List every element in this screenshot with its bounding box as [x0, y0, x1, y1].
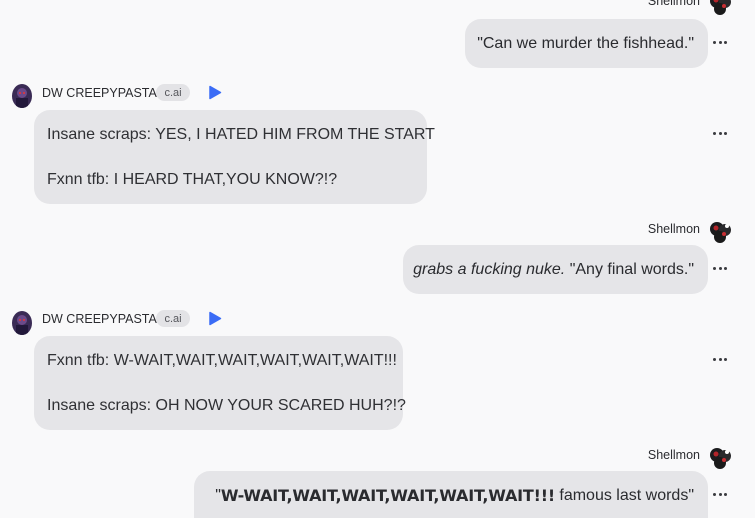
- user-name: Shellmon: [647, 448, 700, 462]
- message-bubble: Insane scraps: YES, I HATED HIM FROM THE…: [34, 110, 435, 204]
- more-options-icon[interactable]: [713, 41, 727, 45]
- user-avatar-icon[interactable]: [707, 0, 734, 17]
- message-line: Fxnn tfb: W-WAIT,WAIT,WAIT,WAIT,WAIT,WAI…: [47, 352, 397, 369]
- message-text: "Any final words.": [565, 260, 694, 278]
- more-options-icon[interactable]: [713, 493, 727, 497]
- message-bubble: Fxnn tfb: W-WAIT,WAIT,WAIT,WAIT,WAIT,WAI…: [34, 336, 406, 430]
- message-bubble: " W-WAIT,WAIT,WAIT,WAIT,WAIT,WAIT!!! famo…: [194, 471, 708, 518]
- bot-name: DW CREEPYPASTA: [42, 312, 157, 326]
- action-text: grabs a fucking nuke.: [413, 260, 566, 278]
- bot-avatar-icon[interactable]: [12, 84, 32, 108]
- message-text: "Can we murder the fishhead.": [477, 34, 694, 52]
- bot-name: DW CREEPYPASTA: [42, 86, 157, 100]
- more-options-icon[interactable]: [713, 267, 727, 271]
- message-line: Insane scraps: YES, I HATED HIM FROM THE…: [47, 126, 435, 143]
- bot-avatar-icon[interactable]: [12, 311, 32, 335]
- message-text: famous last words": [554, 486, 694, 504]
- more-options-icon[interactable]: [713, 358, 727, 362]
- cai-badge: c.ai: [156, 84, 190, 101]
- user-name: Shellmon: [647, 0, 700, 8]
- more-options-icon[interactable]: [713, 132, 727, 136]
- user-name: Shellmon: [647, 222, 700, 236]
- user-avatar-icon[interactable]: [707, 218, 734, 245]
- play-icon[interactable]: [208, 85, 222, 100]
- play-icon[interactable]: [208, 311, 222, 326]
- message-bubble: grabs a fucking nuke. "Any final words.": [403, 245, 708, 294]
- bold-text: W-WAIT,WAIT,WAIT,WAIT,WAIT,WAIT!!!: [220, 485, 555, 505]
- cai-badge: c.ai: [156, 310, 190, 327]
- message-line: Insane scraps: OH NOW YOUR SCARED HUH?!?: [47, 397, 406, 414]
- user-avatar-icon[interactable]: [707, 444, 734, 471]
- message-bubble: "Can we murder the fishhead.": [465, 19, 708, 68]
- message-line: Fxnn tfb: I HEARD THAT,YOU KNOW?!?: [47, 171, 338, 188]
